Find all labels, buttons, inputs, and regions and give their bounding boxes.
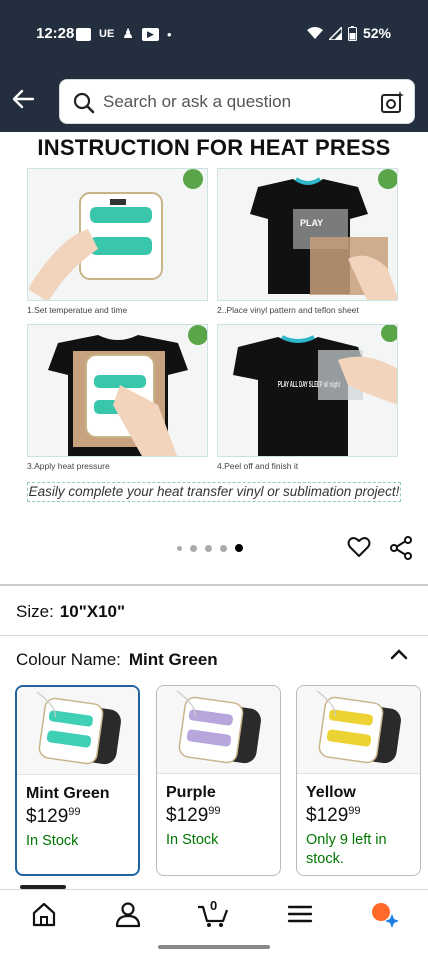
carousel-dot[interactable]	[220, 544, 227, 552]
swatch-stock: Only 9 left in stock.	[306, 832, 387, 867]
dot-icon: •	[166, 26, 172, 42]
carousel-dots[interactable]	[177, 544, 243, 552]
step-2-image: PLAY	[217, 168, 398, 301]
size-label: Size:	[16, 602, 54, 621]
profile-icon[interactable]	[113, 900, 143, 928]
colour-value: Mint Green	[128, 650, 218, 669]
system-icons: 52%	[306, 25, 391, 41]
back-arrow-icon[interactable]	[10, 86, 36, 112]
price-cents: 99	[348, 805, 361, 817]
step-1-caption: 1.Set temperatue and time	[27, 305, 128, 315]
shirt-text-1: PLAY	[300, 218, 323, 228]
carousel-dot[interactable]	[177, 545, 182, 551]
step-3-image	[27, 324, 208, 457]
battery-icon	[347, 25, 357, 41]
search-icon	[73, 92, 95, 114]
mail-icon	[76, 27, 91, 41]
signal-icon	[328, 26, 342, 40]
status-bar: 12:28 UE ♟ ▶ • 52%	[0, 0, 428, 68]
youtube-icon: ▶	[141, 27, 159, 41]
step-4: PLAY ALL DAY SLEEP all night 4.Peel off …	[217, 324, 398, 471]
swatch-purple[interactable]: Purple $12999 In Stock	[156, 685, 281, 876]
price-dollars: $129	[306, 805, 349, 826]
swatch-name: Yellow	[306, 784, 356, 801]
gesture-bar	[158, 945, 270, 949]
price-dollars: $129	[166, 805, 209, 826]
swatch-stock: In Stock	[26, 833, 79, 849]
swatch-price: $12999	[166, 805, 280, 827]
step-4-image: PLAY ALL DAY SLEEP all night	[217, 324, 398, 457]
swatch-image	[157, 686, 280, 774]
step-3-caption: 3.Apply heat pressure	[27, 461, 110, 471]
section-divider	[0, 584, 428, 586]
price-cents: 99	[68, 806, 81, 818]
price-cents: 99	[208, 805, 221, 817]
price-dollars: $129	[26, 806, 69, 827]
carousel-dot[interactable]	[205, 544, 212, 552]
step-1: 1.Set temperatue and time	[27, 168, 208, 315]
share-icon[interactable]	[389, 536, 413, 560]
product-image-gallery[interactable]: INSTRUCTION FOR HEAT PRESS 1.Set tempera…	[0, 132, 428, 527]
cart-button[interactable]: 0	[196, 898, 230, 928]
colour-row: Colour Name: Mint Green	[16, 650, 218, 670]
section-divider	[0, 635, 428, 636]
colour-label: Colour Name:	[16, 650, 121, 669]
step-4-caption: 4.Peel off and finish it	[217, 461, 299, 471]
person-icon: ♟	[122, 26, 134, 41]
step-3: 3.Apply heat pressure	[27, 324, 208, 471]
notification-icons: UE ♟ ▶ •	[76, 26, 172, 42]
search-bar[interactable]	[59, 79, 415, 124]
swatch-price: $12999	[26, 806, 138, 828]
chevron-up-icon[interactable]	[388, 645, 410, 663]
step-2: PLAY 2..Place vinyl pattern and teflon s…	[217, 168, 398, 315]
swatch-image	[297, 686, 420, 774]
step-1-image	[27, 168, 208, 301]
swatch-stock: In Stock	[166, 832, 219, 848]
heart-icon[interactable]	[347, 536, 371, 558]
swatch-yellow[interactable]: Yellow $12999 Only 9 left in stock.	[296, 685, 421, 876]
swatch-price: $12999	[306, 805, 420, 827]
carrier-glyph: UE	[99, 28, 115, 40]
battery-percent: 52%	[362, 25, 391, 41]
bottom-nav: 0	[0, 889, 428, 960]
carousel-dot[interactable]	[190, 544, 197, 552]
swatch-image	[17, 687, 138, 775]
wifi-icon	[306, 26, 323, 39]
cart-count: 0	[210, 898, 218, 913]
step-2-caption: 2..Place vinyl pattern and teflon sheet	[217, 305, 359, 315]
header	[0, 68, 428, 132]
swatch-name: Mint Green	[26, 785, 110, 802]
search-input[interactable]	[103, 80, 373, 123]
carousel-dot-active[interactable]	[235, 544, 243, 552]
camera-search-icon[interactable]	[380, 90, 404, 114]
size-value: 10"X10"	[59, 602, 126, 621]
promo-banner: Easily complete your heat transfer vinyl…	[27, 482, 401, 502]
status-time: 12:28	[36, 25, 75, 42]
menu-icon[interactable]	[285, 900, 315, 928]
rufus-assistant-icon[interactable]	[370, 900, 400, 928]
size-row: Size: 10"X10"	[16, 602, 125, 622]
swatch-mint-green[interactable]: Mint Green $12999 In Stock	[15, 685, 140, 876]
gallery-title: INSTRUCTION FOR HEAT PRESS	[37, 135, 391, 160]
swatch-name: Purple	[166, 784, 216, 801]
home-icon[interactable]	[29, 900, 59, 928]
